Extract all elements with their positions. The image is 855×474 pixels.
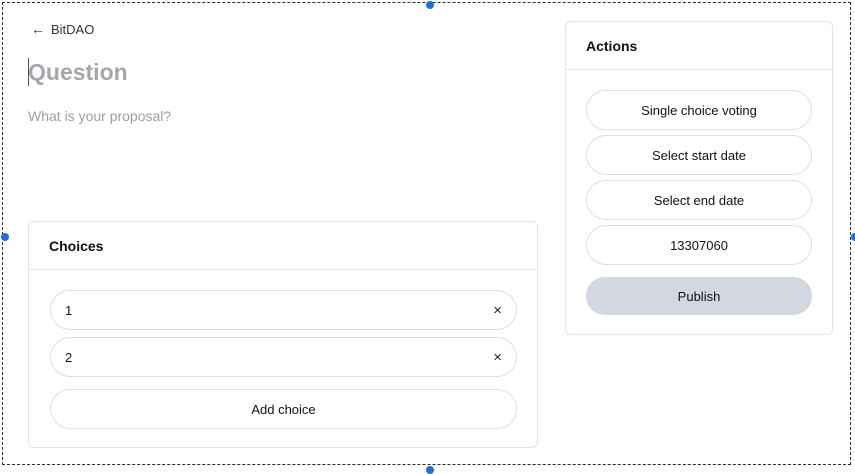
question-field-wrapper xyxy=(28,56,498,88)
voting-type-button[interactable]: Single choice voting xyxy=(586,90,812,130)
choice-row: × xyxy=(50,337,517,377)
snapshot-block-input[interactable] xyxy=(587,236,811,254)
question-input[interactable] xyxy=(28,56,498,88)
text-caret xyxy=(28,58,29,86)
start-date-button[interactable]: Select start date xyxy=(586,135,812,175)
choice-input-1[interactable] xyxy=(65,302,494,318)
actions-header: Actions xyxy=(566,22,832,70)
choices-header: Choices xyxy=(29,222,537,270)
add-choice-button[interactable]: Add choice xyxy=(50,389,517,429)
proposal-body-input[interactable] xyxy=(28,106,498,126)
back-link[interactable]: ← BitDAO xyxy=(31,21,94,37)
resize-handle-right[interactable] xyxy=(851,233,855,241)
resize-handle-left[interactable] xyxy=(1,233,9,241)
close-icon[interactable]: × xyxy=(493,350,502,365)
back-link-label: BitDAO xyxy=(51,21,95,37)
snapshot-block-field xyxy=(586,225,812,265)
resize-handle-bottom[interactable] xyxy=(426,466,434,474)
close-icon[interactable]: × xyxy=(493,303,502,318)
choice-row: × xyxy=(50,290,517,330)
publish-button[interactable]: Publish xyxy=(586,277,812,315)
choice-input-2[interactable] xyxy=(65,349,494,365)
choices-card: Choices × × Add choice xyxy=(28,221,538,448)
end-date-button[interactable]: Select end date xyxy=(586,180,812,220)
actions-card: Actions Single choice voting Select star… xyxy=(565,21,833,335)
resize-handle-top[interactable] xyxy=(426,1,434,9)
arrow-left-icon: ← xyxy=(31,21,45,37)
